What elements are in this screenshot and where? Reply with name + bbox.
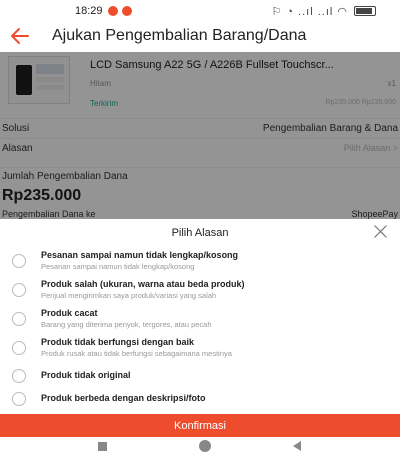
reason-option-label: Produk tidak berfungsi dengan baik bbox=[41, 337, 195, 347]
reason-option-description: Produk rusak atau tidak berfungsi sebaga… bbox=[41, 349, 232, 358]
radio-button[interactable] bbox=[12, 283, 26, 297]
home-icon[interactable] bbox=[199, 440, 211, 452]
reason-option[interactable]: Produk cacat Barang yang diterima penyok… bbox=[0, 307, 400, 333]
radio-button[interactable] bbox=[12, 392, 26, 406]
notification-icon bbox=[108, 6, 118, 16]
reason-option-label: Pesanan sampai namun tidak lengkap/koson… bbox=[41, 250, 239, 260]
reason-option-label: Produk cacat bbox=[41, 308, 98, 318]
modal-backdrop[interactable] bbox=[0, 52, 400, 220]
radio-button[interactable] bbox=[12, 312, 26, 326]
reason-option[interactable]: Produk berbeda dengan deskripsi/foto bbox=[0, 387, 400, 413]
reason-option-label: Produk berbeda dengan deskripsi/foto bbox=[41, 393, 206, 403]
reason-option[interactable]: Pesanan sampai namun tidak lengkap/koson… bbox=[0, 249, 400, 275]
page-title: Ajukan Pengembalian Barang/Dana bbox=[52, 27, 307, 44]
radio-button[interactable] bbox=[12, 254, 26, 268]
reason-option[interactable]: Produk salah (ukuran, warna atau beda pr… bbox=[0, 278, 400, 304]
radio-button[interactable] bbox=[12, 341, 26, 355]
reason-option-description: Penjual mengirimkan saya produk/variasi … bbox=[41, 291, 217, 300]
battery-icon bbox=[354, 6, 376, 16]
signal-wifi-icons: ⚐ ◔ ..ıl ..ıl ◠ bbox=[271, 6, 348, 18]
system-back-icon[interactable] bbox=[293, 441, 301, 451]
close-icon[interactable] bbox=[373, 224, 388, 239]
reason-option-description: Barang yang diterima penyok, tergores, a… bbox=[41, 320, 212, 329]
reason-bottom-sheet: Pilih Alasan Pesanan sampai namun tidak … bbox=[0, 219, 400, 437]
back-arrow-icon[interactable] bbox=[8, 24, 32, 48]
notification-icon bbox=[122, 6, 132, 16]
confirm-button[interactable]: Konfirmasi bbox=[0, 414, 400, 437]
header: Ajukan Pengembalian Barang/Dana bbox=[0, 22, 400, 52]
radio-button[interactable] bbox=[12, 369, 26, 383]
reason-option[interactable]: Produk tidak berfungsi dengan baik Produ… bbox=[0, 336, 400, 362]
status-time: 18:29 bbox=[75, 5, 103, 17]
status-bar: 18:29 ⚐ ◔ ..ıl ..ıl ◠ bbox=[0, 0, 400, 22]
sheet-title: Pilih Alasan bbox=[171, 227, 229, 239]
system-nav-bar bbox=[0, 437, 400, 454]
reason-option-label: Produk tidak original bbox=[41, 370, 131, 380]
reason-option-description: Pesanan sampai namun tidak lengkap/koson… bbox=[41, 262, 195, 271]
recent-apps-icon[interactable] bbox=[98, 442, 107, 451]
reason-option-label: Produk salah (ukuran, warna atau beda pr… bbox=[41, 279, 245, 289]
